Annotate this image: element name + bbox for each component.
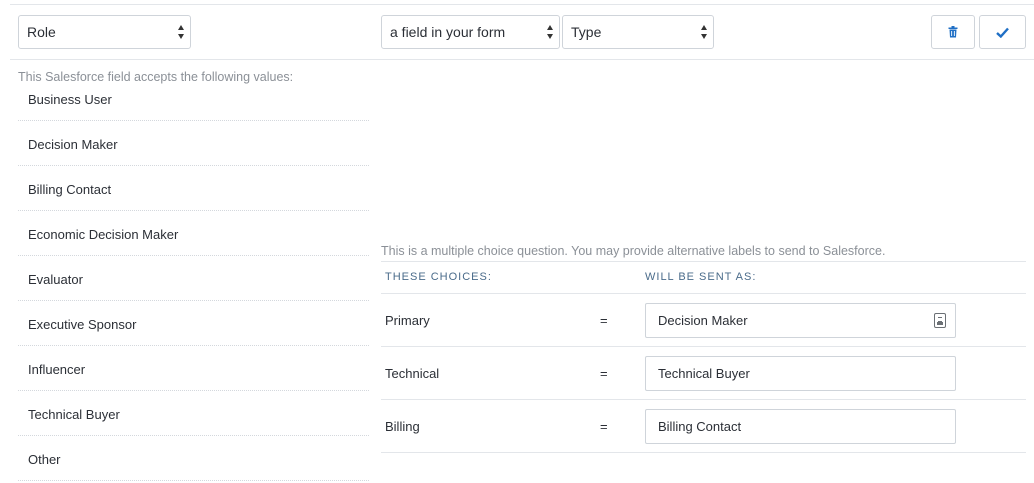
sent-as-input[interactable]: Billing Contact [645,409,956,444]
list-item: Billing Contact [18,166,369,211]
salesforce-field-value: Role [27,24,56,40]
sent-as-value: Billing Contact [658,419,742,434]
equals-sign: = [600,313,608,328]
sent-as-value: Technical Buyer [658,366,750,381]
sent-as-input[interactable]: Decision Maker [645,303,956,338]
select-arrows-icon [701,25,708,39]
choice-mapping-table: THESE CHOICES: WILL BE SENT AS: Primary … [381,261,1026,453]
toolbar-divider [10,59,1034,60]
equals-sign: = [600,366,608,381]
contact-card-icon[interactable] [934,313,946,328]
list-item: Influencer [18,346,369,391]
choice-label: Billing [385,419,420,434]
choice-label: Primary [385,313,430,328]
top-divider [10,4,1034,5]
form-field-value: Type [571,24,602,40]
list-item: Decision Maker [18,121,369,166]
salesforce-field-select[interactable]: Role [18,15,191,49]
column-header-choices: THESE CHOICES: [385,271,492,283]
sent-as-value: Decision Maker [658,313,748,328]
list-item: Economic Decision Maker [18,211,369,256]
multiple-choice-note: This is a multiple choice question. You … [381,244,886,258]
choice-label: Technical [385,366,440,381]
list-item: Business User [18,76,369,121]
table-row: Primary = Decision Maker [381,294,1026,347]
table-row: Billing = Billing Contact [381,400,1026,453]
list-item: Evaluator [18,256,369,301]
accepted-values-list: Business User Decision Maker Billing Con… [18,76,369,481]
list-item: Other [18,436,369,481]
select-arrows-icon [547,25,554,39]
list-item: Technical Buyer [18,391,369,436]
column-header-sent-as: WILL BE SENT AS: [645,271,757,283]
source-type-value: a field in your form [390,24,506,40]
form-field-select[interactable]: Type [562,15,714,49]
list-item: Executive Sponsor [18,301,369,346]
source-type-select[interactable]: a field in your form [381,15,560,49]
table-row: Technical = Technical Buyer [381,347,1026,400]
sent-as-input[interactable]: Technical Buyer [645,356,956,391]
equals-sign: = [600,419,608,434]
table-header: THESE CHOICES: WILL BE SENT AS: [381,262,1026,294]
trash-icon [948,26,958,38]
checkmark-icon [996,27,1009,38]
delete-button[interactable] [931,15,975,49]
select-arrows-icon [178,25,185,39]
confirm-button[interactable] [979,15,1026,49]
